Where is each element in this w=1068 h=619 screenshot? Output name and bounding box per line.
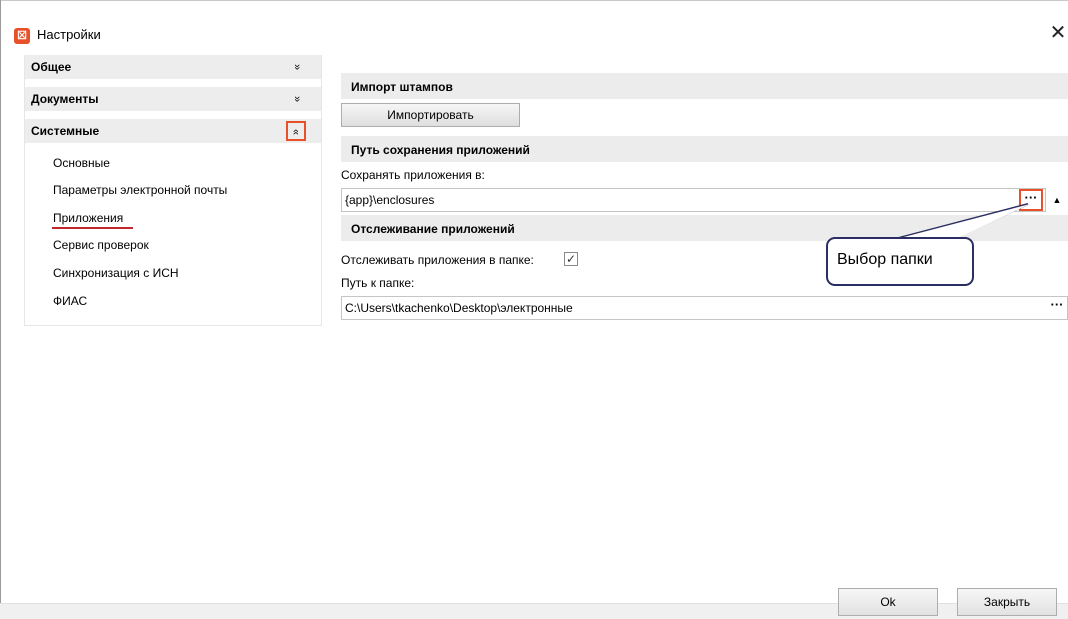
close-button[interactable]: Закрыть bbox=[957, 588, 1057, 616]
callout-annotation: Выбор папки bbox=[826, 237, 974, 286]
callout-pointer bbox=[894, 203, 1030, 240]
ok-button[interactable]: Ok bbox=[838, 588, 938, 616]
